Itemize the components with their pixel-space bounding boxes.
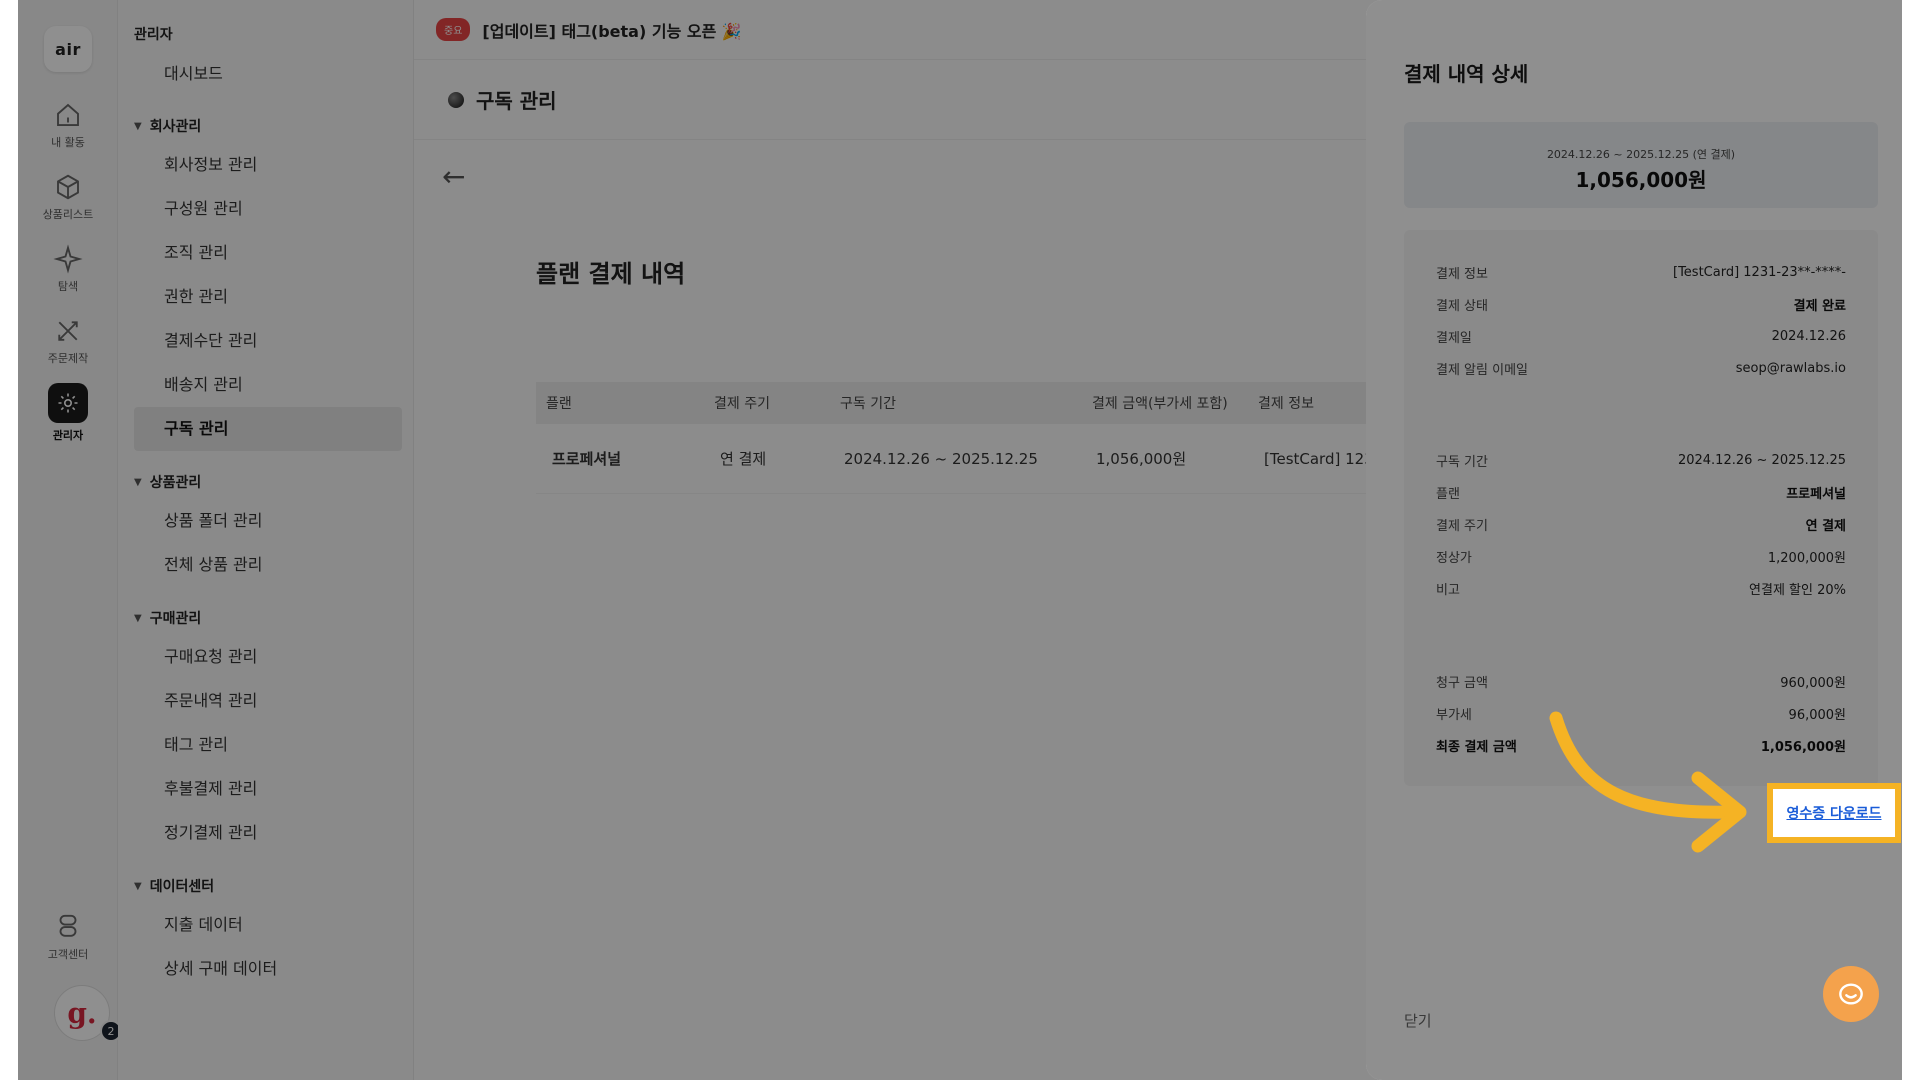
detail-key: 결제 정보 — [1436, 266, 1488, 282]
detail-value: 1,200,000원 — [1767, 550, 1846, 566]
detail-row-notify-email: 결제 알림 이메일 seop@rawlabs.io — [1436, 353, 1846, 383]
detail-row-list-price: 정상가 1,200,000원 — [1436, 541, 1846, 571]
app-frame: air 내 활동 상품리스트 탐색 주문제작 관리자 고객센터 g. 2 관리자… — [18, 0, 1902, 1080]
detail-value: seop@rawlabs.io — [1735, 360, 1846, 376]
detail-key: 최종 결제 금액 — [1436, 739, 1517, 755]
detail-key: 청구 금액 — [1436, 675, 1488, 691]
detail-value: 96,000원 — [1788, 707, 1846, 723]
detail-key: 결제 상태 — [1436, 298, 1488, 314]
chat-bubble-icon — [1839, 983, 1863, 1005]
detail-key: 플랜 — [1436, 486, 1460, 502]
receipt-download-link[interactable]: 영수증 다운로드 — [1786, 803, 1881, 823]
detail-row-payment-status: 결제 상태 결제 완료 — [1436, 289, 1846, 319]
payment-summary: 2024.12.26 ~ 2025.12.25 (연 결제) 1,056,000… — [1404, 122, 1878, 208]
detail-key: 비고 — [1436, 582, 1460, 598]
annotation-arrow-icon — [1549, 711, 1747, 853]
detail-key: 결제 알림 이메일 — [1436, 362, 1528, 378]
detail-row-payment-date: 결제일 2024.12.26 — [1436, 321, 1846, 351]
detail-key: 부가세 — [1436, 707, 1472, 723]
close-button[interactable]: 닫기 — [1404, 1010, 1432, 1031]
drawer-title: 결제 내역 상세 — [1404, 62, 1529, 86]
detail-value: 연결제 할인 20% — [1749, 582, 1846, 598]
detail-value: 2024.12.26 ~ 2025.12.25 — [1677, 452, 1846, 468]
chat-button[interactable] — [1823, 966, 1879, 1022]
detail-row-subscription-period: 구독 기간 2024.12.26 ~ 2025.12.25 — [1436, 445, 1846, 475]
payment-detail-drawer: 결제 내역 상세 2024.12.26 ~ 2025.12.25 (연 결제) … — [1366, 0, 1902, 1080]
summary-period: 2024.12.26 ~ 2025.12.25 (연 결제) — [1546, 148, 1736, 161]
detail-value: 프로페셔널 — [1786, 486, 1846, 502]
detail-key: 결제 주기 — [1436, 518, 1488, 534]
detail-key: 결제일 — [1436, 330, 1472, 346]
receipt-download-highlight: 영수증 다운로드 — [1767, 783, 1901, 843]
detail-value: 결제 완료 — [1793, 298, 1846, 314]
detail-value: [TestCard] 1231-23**-****- — [1673, 264, 1846, 280]
detail-value: 2024.12.26 — [1771, 328, 1846, 344]
detail-row-payment-info: 결제 정보 [TestCard] 1231-23**-****- — [1436, 257, 1846, 287]
detail-row-note: 비고 연결제 할인 20% — [1436, 573, 1846, 603]
detail-value: 960,000원 — [1780, 675, 1846, 691]
detail-value: 연 결제 — [1805, 518, 1846, 534]
detail-key: 구독 기간 — [1436, 454, 1488, 470]
summary-amount: 1,056,000원 — [1575, 168, 1707, 192]
detail-row-billing-cycle: 결제 주기 연 결제 — [1436, 509, 1846, 539]
detail-row-billed-amount: 청구 금액 960,000원 — [1436, 666, 1846, 696]
detail-key: 정상가 — [1436, 550, 1472, 566]
detail-row-plan: 플랜 프로페셔널 — [1436, 477, 1846, 507]
